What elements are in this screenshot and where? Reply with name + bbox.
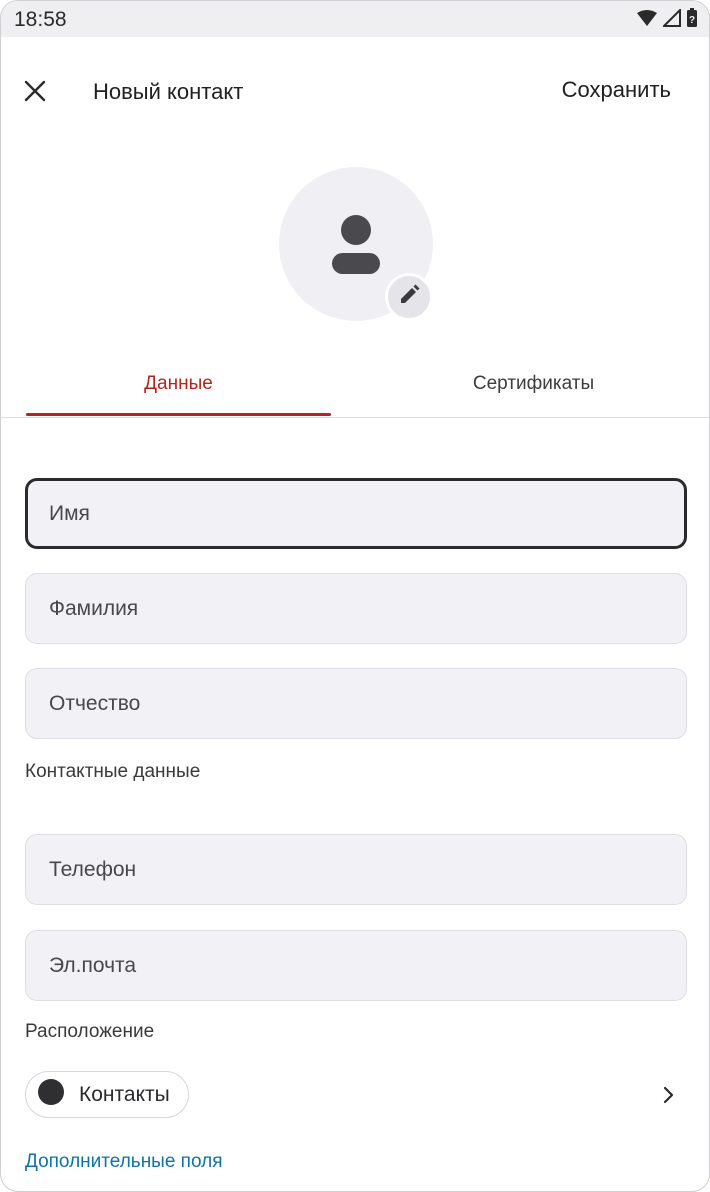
close-button[interactable] bbox=[15, 73, 55, 113]
phone-placeholder: Телефон bbox=[49, 857, 137, 881]
cellular-signal-icon bbox=[661, 7, 681, 32]
status-icons: ? bbox=[637, 7, 697, 32]
first-name-field[interactable]: Имя bbox=[25, 478, 687, 549]
app-bar: Новый контакт Сохранить bbox=[1, 37, 709, 145]
tab-indicator bbox=[26, 413, 331, 416]
middle-name-placeholder: Отчество bbox=[49, 691, 141, 715]
person-icon bbox=[332, 214, 380, 274]
first-name-placeholder: Имя bbox=[49, 501, 90, 525]
email-placeholder: Эл.почта bbox=[49, 953, 137, 977]
location-chip-label: Контакты bbox=[79, 1082, 170, 1106]
svg-text:?: ? bbox=[689, 15, 695, 26]
location-chip[interactable]: Контакты bbox=[25, 1071, 189, 1118]
last-name-placeholder: Фамилия bbox=[49, 596, 139, 620]
status-time: 18:58 bbox=[14, 8, 67, 31]
status-bar: 18:58 ? bbox=[1, 1, 709, 37]
page-title: Новый контакт bbox=[93, 79, 244, 104]
tab-bar: Данные Сертификаты bbox=[1, 351, 709, 418]
tab-certificates[interactable]: Сертификаты bbox=[381, 351, 686, 417]
email-field[interactable]: Эл.почта bbox=[25, 930, 687, 1001]
tab-data[interactable]: Данные bbox=[26, 351, 331, 417]
chevron-right-icon[interactable] bbox=[656, 1083, 680, 1107]
close-icon bbox=[24, 80, 46, 107]
contact-section-label: Контактные данные bbox=[25, 761, 201, 782]
phone-field[interactable]: Телефон bbox=[25, 834, 687, 905]
pencil-icon bbox=[398, 284, 420, 311]
middle-name-field[interactable]: Отчество bbox=[25, 668, 687, 739]
battery-icon: ? bbox=[687, 8, 697, 32]
save-button[interactable]: Сохранить bbox=[562, 77, 671, 103]
last-name-field[interactable]: Фамилия bbox=[25, 573, 687, 644]
edit-photo-button[interactable] bbox=[385, 273, 433, 321]
wifi-icon bbox=[637, 9, 657, 31]
folder-icon bbox=[37, 1078, 65, 1111]
more-fields-link[interactable]: Дополнительные поля bbox=[25, 1151, 223, 1173]
location-section-label: Расположение bbox=[25, 1021, 155, 1042]
screen: 18:58 ? Новый контакт Сохранить Данные С… bbox=[0, 0, 710, 1192]
